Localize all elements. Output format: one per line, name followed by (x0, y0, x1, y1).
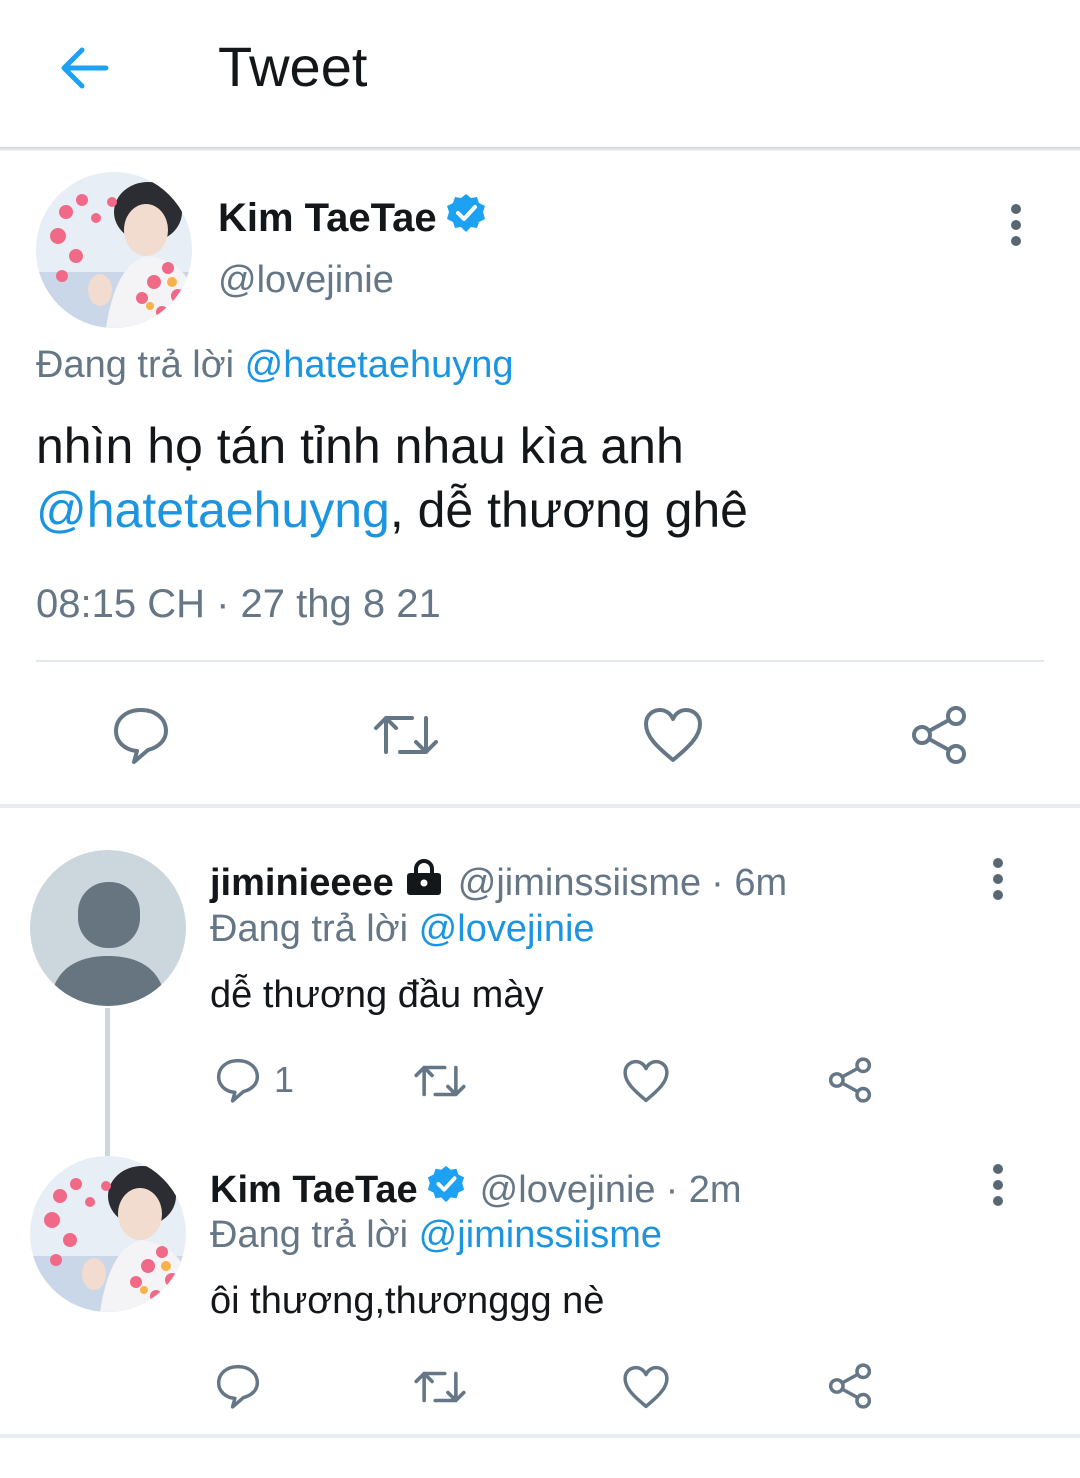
share-button[interactable] (908, 704, 970, 766)
tweet-mention-link[interactable]: @hatetaehuyng (36, 482, 390, 538)
reply-more-options-icon[interactable] (978, 850, 1018, 910)
like-button[interactable] (642, 706, 704, 764)
reply-button[interactable]: 1 (214, 1056, 294, 1104)
like-button[interactable] (622, 1058, 670, 1104)
reply-replying-to: Đang trả lời @lovejinie (210, 906, 595, 952)
like-icon (644, 708, 702, 762)
top-bar-divider (0, 147, 1080, 151)
share-icon (912, 706, 966, 764)
tweet-text-part: nhìn họ tán tỉnh nhau kìa anh (36, 418, 684, 474)
author-handle[interactable]: @lovejinie (218, 258, 394, 302)
section-divider (0, 1434, 1080, 1438)
lock-icon (404, 858, 444, 907)
reply-header: Kim TaeTae @lovejinie · 2m (210, 1164, 742, 1215)
retweet-icon (414, 1065, 466, 1097)
reply-button[interactable] (214, 1362, 262, 1410)
section-divider (0, 804, 1080, 808)
reply-count: 1 (274, 1059, 295, 1100)
reply-more-options-icon[interactable] (978, 1156, 1018, 1216)
page-title: Tweet (218, 35, 368, 98)
tweet-text-part: , dễ thương ghê (389, 482, 748, 538)
tweet-text: nhìn họ tán tỉnh nhau kìa anh @hatetaehu… (36, 414, 1046, 542)
like-button[interactable] (622, 1364, 670, 1410)
replying-to: Đang trả lời @hatetaehuyng (36, 342, 514, 388)
reply-author-name[interactable]: Kim TaeTae (210, 1167, 418, 1213)
reply-icon (114, 708, 168, 764)
author-avatar[interactable] (36, 172, 192, 328)
divider (36, 660, 1044, 662)
reply-author-avatar[interactable] (30, 1156, 186, 1312)
replying-to-link[interactable]: @jiminssiisme (419, 1214, 662, 1256)
author-name-row[interactable]: Kim TaeTae (218, 192, 487, 244)
reply-text: ôi thương,thươnggg nè (210, 1280, 605, 1322)
reply-icon (216, 1364, 260, 1409)
more-options-icon[interactable] (996, 196, 1036, 256)
share-button[interactable] (826, 1056, 874, 1104)
retweet-icon (414, 1371, 466, 1403)
retweet-button[interactable] (412, 1058, 468, 1104)
share-icon (828, 1057, 872, 1103)
reply-text: dễ thương đầu mày (210, 974, 544, 1016)
retweet-icon (374, 716, 438, 754)
share-button[interactable] (826, 1362, 874, 1410)
tweet-timestamp[interactable]: 08:15 CH · 27 thg 8 21 (36, 580, 441, 628)
reply-header: jiminieeee @jiminssiisme · 6m (210, 858, 787, 907)
share-icon (828, 1363, 872, 1409)
reply-author-handle[interactable]: @lovejinie (480, 1167, 656, 1213)
reply-icon (216, 1058, 260, 1103)
thread-connector (105, 1008, 110, 1156)
verified-badge-icon (445, 192, 487, 244)
reply-author-name[interactable]: jiminieeee (210, 860, 394, 906)
back-arrow-icon[interactable] (56, 40, 112, 96)
reply-time: · 2m (665, 1168, 742, 1211)
replying-to-link[interactable]: @lovejinie (419, 908, 595, 950)
replying-to-label: Đang trả lời (210, 1214, 409, 1256)
verified-badge-icon (426, 1164, 466, 1215)
replying-to-link[interactable]: @hatetaehuyng (245, 344, 514, 386)
reply-time: · 6m (711, 861, 788, 904)
like-icon (623, 1059, 669, 1103)
retweet-button[interactable] (372, 706, 440, 764)
default-avatar-icon[interactable] (30, 850, 186, 1006)
author-name[interactable]: Kim TaeTae (218, 195, 437, 241)
retweet-button[interactable] (412, 1364, 468, 1410)
top-bar: Tweet (0, 0, 1080, 148)
reply-replying-to: Đang trả lời @jiminssiisme (210, 1212, 662, 1258)
replying-to-label: Đang trả lời (36, 344, 235, 386)
reply-button[interactable] (110, 704, 172, 766)
like-icon (623, 1365, 669, 1409)
replying-to-label: Đang trả lời (210, 908, 409, 950)
reply-author-handle[interactable]: @jiminssiisme (458, 860, 701, 906)
